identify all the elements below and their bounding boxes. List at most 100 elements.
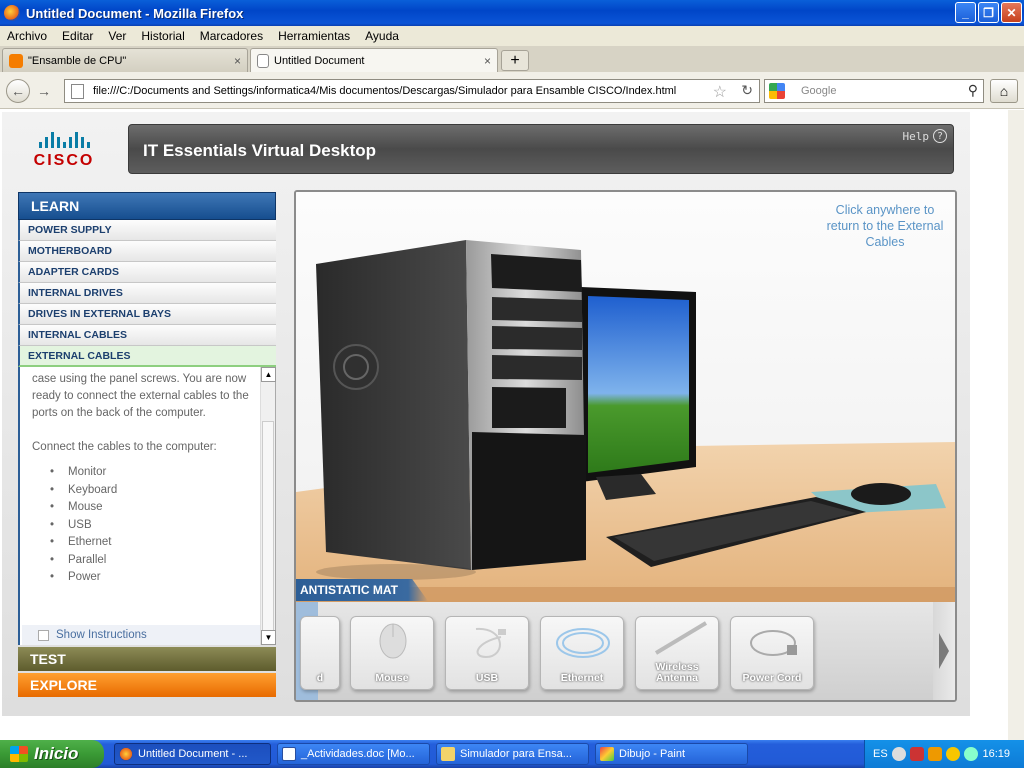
address-bar[interactable]: file:///C:/Documents and Settings/inform… xyxy=(64,79,760,103)
learn-item-power-supply[interactable]: POWER SUPPLY xyxy=(18,220,276,241)
scroll-up-icon[interactable]: ▲ xyxy=(261,367,276,382)
show-instructions-label: Show Instructions xyxy=(56,629,147,641)
tray-item-mouse[interactable]: Mouse xyxy=(350,616,434,690)
page-content: CISCO IT Essentials Virtual Desktop Help… xyxy=(0,110,1008,740)
cisco-wordmark: CISCO xyxy=(33,152,95,169)
security-icon[interactable] xyxy=(945,747,960,761)
learn-item-drives-external-bays[interactable]: DRIVES IN EXTERNAL BAYS xyxy=(18,304,276,325)
scroll-thumb[interactable] xyxy=(262,421,274,631)
tab-ensamble-cpu[interactable]: "Ensamble de CPU" × xyxy=(2,48,248,72)
back-arrow-icon[interactable] xyxy=(891,747,906,761)
update-icon[interactable] xyxy=(963,747,978,761)
language-indicator[interactable]: ES xyxy=(873,748,888,760)
tray-item-wireless-antenna[interactable]: Wireless Antenna xyxy=(635,616,719,690)
cable-tray: d Mouse USB Ethernet Wireless Antenna Po… xyxy=(296,602,955,700)
list-item: Parallel xyxy=(32,552,257,570)
taskbar-item-label: _Actividades.doc [Mo... xyxy=(301,748,415,760)
page-scrollbar[interactable] xyxy=(1008,110,1024,740)
paint-icon xyxy=(600,747,614,761)
menu-marcadores[interactable]: Marcadores xyxy=(200,29,263,43)
instructions-paragraph: case using the panel screws. You are now… xyxy=(32,373,249,419)
scroll-down-icon[interactable]: ▼ xyxy=(261,630,276,645)
new-tab-button[interactable]: + xyxy=(501,50,529,71)
list-item: Power xyxy=(32,569,257,587)
antenna-icon xyxy=(654,621,708,655)
ethernet-cable-icon xyxy=(556,628,610,658)
menu-historial[interactable]: Historial xyxy=(141,29,184,43)
menu-herramientas[interactable]: Herramientas xyxy=(278,29,350,43)
instructions-pane: case using the panel screws. You are now… xyxy=(18,367,276,645)
desktop-viewport[interactable]: Click anywhere to return to the External… xyxy=(294,190,957,702)
show-instructions-toggle[interactable]: Show Instructions xyxy=(22,625,260,645)
tray-item-usb[interactable]: USB xyxy=(445,616,529,690)
window-title: Untitled Document - Mozilla Firefox xyxy=(26,5,244,21)
test-header[interactable]: TEST xyxy=(18,647,276,671)
menu-editar[interactable]: Editar xyxy=(62,29,93,43)
tray-item-partial[interactable]: d xyxy=(300,616,340,690)
folder-icon xyxy=(441,747,455,761)
help-label: Help xyxy=(902,129,930,143)
app-header: IT Essentials Virtual Desktop Help ? xyxy=(128,124,954,174)
start-button[interactable]: Inicio xyxy=(0,740,104,768)
menu-archivo[interactable]: Archivo xyxy=(7,29,47,43)
usb-cable-icon xyxy=(475,627,506,659)
learn-item-adapter-cards[interactable]: ADAPTER CARDS xyxy=(18,262,276,283)
tab-close-icon[interactable]: × xyxy=(484,54,491,68)
taskbar-item-label: Simulador para Ensa... xyxy=(460,748,572,760)
taskbar-item-word[interactable]: _Actividades.doc [Mo... xyxy=(277,743,430,765)
blogger-icon xyxy=(9,53,23,68)
taskbar-item-firefox[interactable]: Untitled Document - ... xyxy=(114,743,271,765)
bookmark-star-icon[interactable]: ☆ xyxy=(713,82,727,102)
menu-ver[interactable]: Ver xyxy=(108,29,126,43)
taskbar-item-label: Untitled Document - ... xyxy=(138,748,248,760)
tab-untitled-document[interactable]: Untitled Document × xyxy=(250,48,498,72)
network-icon[interactable] xyxy=(909,747,924,761)
close-button[interactable]: ✕ xyxy=(1001,2,1022,23)
app-title: IT Essentials Virtual Desktop xyxy=(143,141,377,160)
tab-close-icon[interactable]: × xyxy=(234,54,241,68)
help-button[interactable]: Help ? xyxy=(902,129,947,143)
tray-scroll-right[interactable] xyxy=(933,602,955,700)
click-hint: Click anywhere to return to the External… xyxy=(826,203,944,249)
tray-item-power-cord[interactable]: Power Cord xyxy=(730,616,814,690)
learn-header[interactable]: LEARN xyxy=(18,192,276,220)
learn-item-motherboard[interactable]: MOTHERBOARD xyxy=(18,241,276,262)
instructions-scrollbar[interactable]: ▲ ▼ xyxy=(260,367,276,645)
cable-list: Monitor Keyboard Mouse USB Ethernet Para… xyxy=(32,464,257,587)
taskbar-item-paint[interactable]: Dibujo - Paint xyxy=(595,743,748,765)
computer-scene[interactable]: Click anywhere to return to the External… xyxy=(296,192,955,602)
checkbox-icon[interactable] xyxy=(38,629,49,641)
antistatic-mat-label: ANTISTATIC MAT xyxy=(296,579,428,601)
system-tray: ES 16:19 xyxy=(864,740,1024,768)
tray-item-ethernet[interactable]: Ethernet xyxy=(540,616,624,690)
antivirus-icon[interactable] xyxy=(927,747,942,761)
list-item: Mouse xyxy=(32,499,257,517)
menu-ayuda[interactable]: Ayuda xyxy=(365,29,399,43)
list-item: Ethernet xyxy=(32,534,257,552)
tab-label: "Ensamble de CPU" xyxy=(28,54,127,67)
restore-button[interactable]: ❐ xyxy=(978,2,999,23)
cisco-logo: CISCO xyxy=(24,130,104,176)
start-label: Inicio xyxy=(34,744,79,763)
mouse-icon xyxy=(379,623,407,659)
firefox-icon xyxy=(119,747,133,761)
tray-item-label: USB xyxy=(475,672,499,684)
learn-item-internal-drives[interactable]: INTERNAL DRIVES xyxy=(18,283,276,304)
learn-item-internal-cables[interactable]: INTERNAL CABLES xyxy=(18,325,276,346)
taskbar-item-folder[interactable]: Simulador para Ensa... xyxy=(436,743,589,765)
list-item: USB xyxy=(32,517,257,535)
reload-icon[interactable]: ↻ xyxy=(741,82,753,99)
minimize-button[interactable]: _ xyxy=(955,2,976,23)
search-box[interactable]: Google ⚲ xyxy=(764,79,984,103)
list-item: Keyboard xyxy=(32,482,257,500)
search-icon[interactable]: ⚲ xyxy=(968,82,978,99)
home-button[interactable]: ⌂ xyxy=(990,79,1018,103)
taskbar: Inicio Untitled Document - ... _Activida… xyxy=(0,740,1024,768)
explore-header[interactable]: EXPLORE xyxy=(18,673,276,697)
back-button[interactable]: ← xyxy=(6,79,30,103)
learn-panel: LEARN POWER SUPPLY MOTHERBOARD ADAPTER C… xyxy=(18,192,276,702)
forward-button[interactable]: → xyxy=(32,79,56,103)
learn-item-external-cables[interactable]: EXTERNAL CABLES xyxy=(18,346,276,367)
search-placeholder: Google xyxy=(801,85,837,97)
list-item: Monitor xyxy=(32,464,257,482)
